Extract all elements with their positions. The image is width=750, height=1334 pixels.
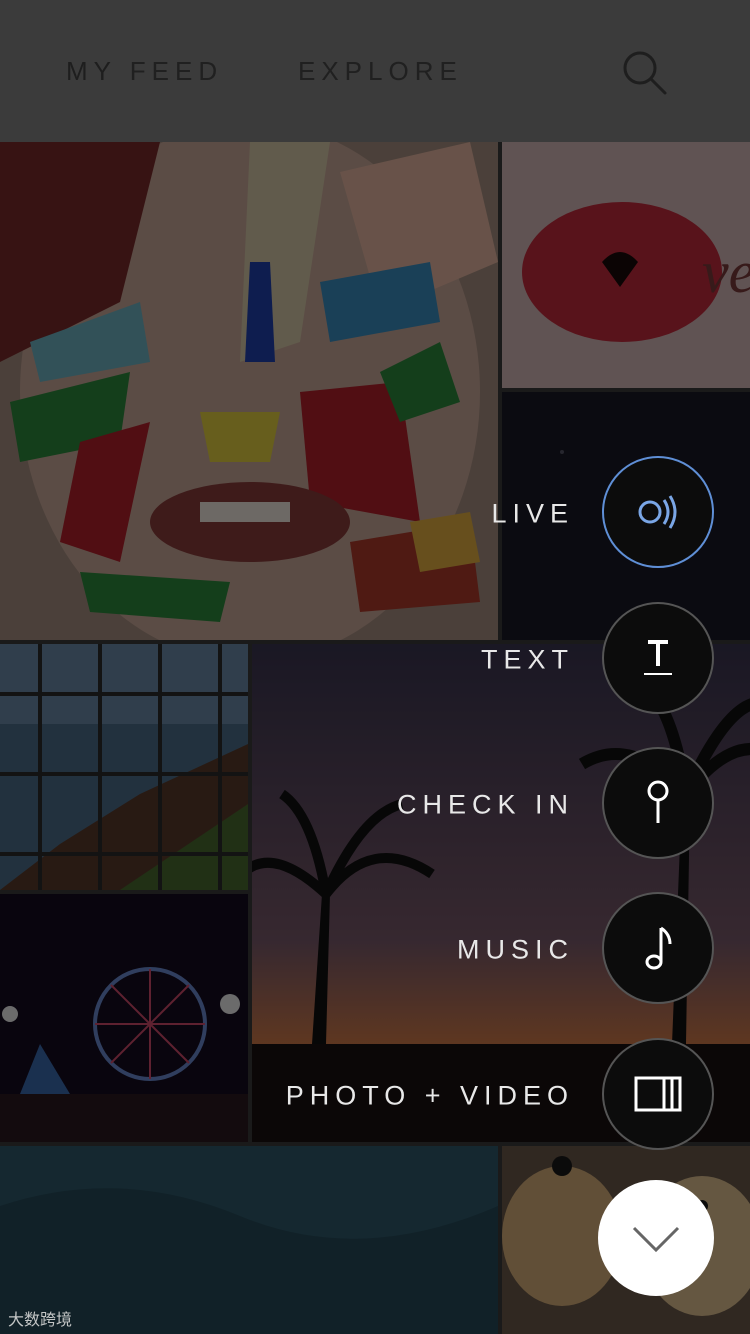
music-note-icon [645, 926, 672, 970]
search-icon[interactable] [620, 48, 668, 96]
music-button[interactable] [602, 892, 714, 1004]
action-label-check-in: CHECK IN [396, 789, 574, 820]
check-in-button[interactable] [602, 747, 714, 859]
watermark: 大数跨境 [8, 1312, 73, 1329]
collapse-menu-button[interactable] [598, 1180, 714, 1296]
action-row-music[interactable]: MUSIC [0, 892, 750, 1008]
live-broadcast-icon [638, 495, 677, 529]
film-icon [634, 1076, 682, 1112]
tab-my-feed-rest: FEED [129, 56, 224, 86]
action-label-text: TEXT [480, 644, 574, 675]
location-pin-icon [647, 780, 669, 823]
grid-photo-water[interactable] [0, 1146, 498, 1334]
action-label-music: MUSIC [457, 934, 574, 965]
tab-my-feed-prefix: MY [66, 56, 117, 86]
action-row-live[interactable]: LIVE [0, 456, 750, 572]
top-nav-bar: MY FEED EXPLORE [0, 0, 750, 142]
photo-grid: ve [0, 142, 750, 1334]
tab-explore[interactable]: EXPLORE [298, 56, 463, 87]
text-button[interactable] [602, 602, 714, 714]
grid-photo-lips[interactable]: ve [502, 142, 750, 388]
action-row-text[interactable]: TEXT [0, 602, 750, 718]
action-label-photo-video: PHOTO + VIDEO [285, 1080, 574, 1111]
chevron-down-icon [632, 1226, 680, 1253]
photo-video-button[interactable] [602, 1038, 714, 1150]
live-button[interactable] [602, 456, 714, 568]
action-row-check-in[interactable]: CHECK IN [0, 747, 750, 863]
action-label-live: LIVE [491, 498, 574, 529]
action-row-photo-video[interactable]: PHOTO + VIDEO [0, 1038, 750, 1154]
tab-my-feed[interactable]: MY FEED [66, 56, 223, 87]
text-icon [644, 640, 672, 675]
